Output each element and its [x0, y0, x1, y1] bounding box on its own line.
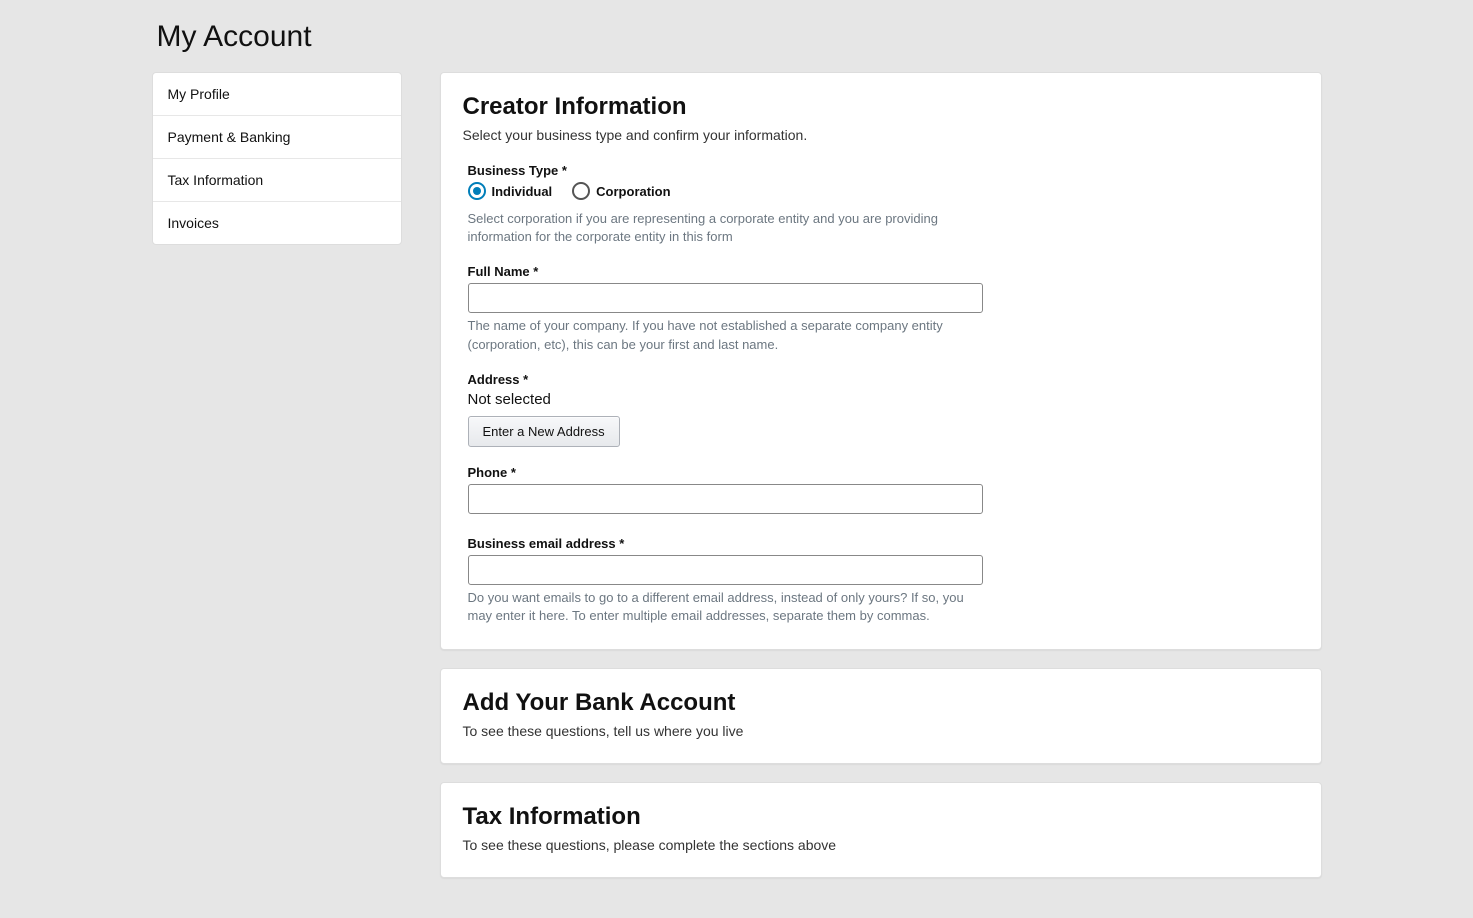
business-type-label: Business Type *	[468, 163, 983, 178]
creator-heading: Creator Information	[463, 93, 1299, 121]
tax-information-card: Tax Information To see these questions, …	[440, 782, 1322, 878]
full-name-hint: The name of your company. If you have no…	[468, 317, 983, 353]
full-name-label: Full Name *	[468, 264, 983, 279]
phone-input[interactable]	[468, 484, 983, 514]
radio-individual-label: Individual	[492, 184, 553, 199]
radio-individual[interactable]: Individual	[468, 182, 553, 200]
tax-subtitle: To see these questions, please complete …	[463, 837, 1299, 853]
business-email-label: Business email address *	[468, 536, 983, 551]
bank-subtitle: To see these questions, tell us where yo…	[463, 723, 1299, 739]
creator-information-card: Creator Information Select your business…	[440, 72, 1322, 650]
full-name-input[interactable]	[468, 283, 983, 313]
sidebar-item-tax-information[interactable]: Tax Information	[153, 159, 401, 202]
bank-account-card: Add Your Bank Account To see these quest…	[440, 668, 1322, 764]
radio-corporation-label: Corporation	[596, 184, 670, 199]
address-value: Not selected	[468, 391, 983, 408]
phone-label: Phone *	[468, 465, 983, 480]
radio-corporation[interactable]: Corporation	[572, 182, 670, 200]
address-label: Address *	[468, 372, 983, 387]
page-title: My Account	[157, 20, 1322, 54]
bank-heading: Add Your Bank Account	[463, 689, 1299, 717]
sidebar-nav: My Profile Payment & Banking Tax Informa…	[152, 72, 402, 245]
business-type-hint: Select corporation if you are representi…	[468, 210, 983, 246]
business-email-hint: Do you want emails to go to a different …	[468, 589, 983, 625]
tax-heading: Tax Information	[463, 803, 1299, 831]
enter-new-address-button[interactable]: Enter a New Address	[468, 416, 620, 447]
business-type-radio-group: Individual Corporation	[468, 182, 983, 200]
business-email-input[interactable]	[468, 555, 983, 585]
radio-unselected-icon	[572, 182, 590, 200]
sidebar-item-invoices[interactable]: Invoices	[153, 202, 401, 244]
creator-subtitle: Select your business type and confirm yo…	[463, 127, 1299, 143]
sidebar-item-my-profile[interactable]: My Profile	[153, 73, 401, 116]
sidebar-item-payment-banking[interactable]: Payment & Banking	[153, 116, 401, 159]
radio-selected-icon	[468, 182, 486, 200]
